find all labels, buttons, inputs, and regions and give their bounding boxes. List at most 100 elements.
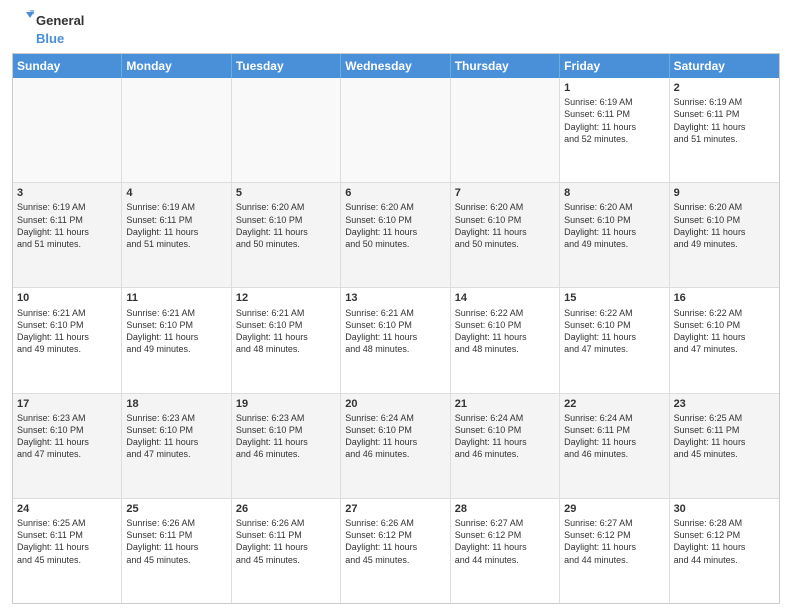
day-info-1: Sunrise: 6:19 AM Sunset: 6:11 PM Dayligh… xyxy=(564,96,664,145)
day-cell-19: 19Sunrise: 6:23 AM Sunset: 6:10 PM Dayli… xyxy=(232,394,341,498)
day-number-18: 18 xyxy=(126,397,226,411)
day-number-17: 17 xyxy=(17,397,117,411)
day-info-29: Sunrise: 6:27 AM Sunset: 6:12 PM Dayligh… xyxy=(564,517,664,566)
day-cell-10: 10 Sunrise: 6:21 AM Sunset: 6:10 PM Dayli… xyxy=(13,288,122,392)
day-cell-21: 21Sunrise: 6:24 AM Sunset: 6:10 PM Dayli… xyxy=(451,394,560,498)
day-number-6: 6 xyxy=(345,186,445,200)
day-number-9: 9 xyxy=(674,186,775,200)
day-number-5: 5 xyxy=(236,186,336,200)
empty-cell-0-0 xyxy=(13,78,122,182)
day-cell-1: 1Sunrise: 6:19 AM Sunset: 6:11 PM Daylig… xyxy=(560,78,669,182)
day-info-5: Sunrise: 6:20 AM Sunset: 6:10 PM Dayligh… xyxy=(236,201,336,250)
header-cell-thursday: Thursday xyxy=(451,54,560,78)
day-number-25: 25 xyxy=(126,502,226,516)
day-cell-14: 14 Sunrise: 6:22 AM Sunset: 6:10 PM Dayli… xyxy=(451,288,560,392)
day-info-3: Sunrise: 6:19 AM Sunset: 6:11 PM Dayligh… xyxy=(17,201,117,250)
day-info-16: Sunrise: 6:22 AM Sunset: 6:10 PM Dayligh… xyxy=(674,307,775,356)
logo-general: General xyxy=(36,14,84,29)
day-info-7: Sunrise: 6:20 AM Sunset: 6:10 PM Dayligh… xyxy=(455,201,555,250)
empty-cell-0-2 xyxy=(232,78,341,182)
day-info-14: Sunrise: 6:22 AM Sunset: 6:10 PM Dayligh… xyxy=(455,307,555,356)
day-number-12: 12 xyxy=(236,291,336,305)
day-number-4: 4 xyxy=(126,186,226,200)
day-info-27: Sunrise: 6:26 AM Sunset: 6:12 PM Dayligh… xyxy=(345,517,445,566)
day-number-27: 27 xyxy=(345,502,445,516)
day-info-15: Sunrise: 6:22 AM Sunset: 6:10 PM Dayligh… xyxy=(564,307,664,356)
day-info-2: Sunrise: 6:19 AM Sunset: 6:11 PM Dayligh… xyxy=(674,96,775,145)
day-cell-23: 23Sunrise: 6:25 AM Sunset: 6:11 PM Dayli… xyxy=(670,394,779,498)
day-info-24: Sunrise: 6:25 AM Sunset: 6:11 PM Dayligh… xyxy=(17,517,117,566)
day-number-24: 24 xyxy=(17,502,117,516)
calendar: SundayMondayTuesdayWednesdayThursdayFrid… xyxy=(12,53,780,604)
day-info-22: Sunrise: 6:24 AM Sunset: 6:11 PM Dayligh… xyxy=(564,412,664,461)
day-cell-27: 27Sunrise: 6:26 AM Sunset: 6:12 PM Dayli… xyxy=(341,499,450,603)
calendar-body: 1Sunrise: 6:19 AM Sunset: 6:11 PM Daylig… xyxy=(13,78,779,603)
day-info-28: Sunrise: 6:27 AM Sunset: 6:12 PM Dayligh… xyxy=(455,517,555,566)
day-cell-11: 11 Sunrise: 6:21 AM Sunset: 6:10 PM Dayli… xyxy=(122,288,231,392)
logo-blue: Blue xyxy=(36,32,64,47)
day-cell-17: 17Sunrise: 6:23 AM Sunset: 6:10 PM Dayli… xyxy=(13,394,122,498)
day-number-26: 26 xyxy=(236,502,336,516)
day-cell-5: 5Sunrise: 6:20 AM Sunset: 6:10 PM Daylig… xyxy=(232,183,341,287)
day-info-12: Sunrise: 6:21 AM Sunset: 6:10 PM Dayligh… xyxy=(236,307,336,356)
page: General Blue SundayMondayTuesdayWednesda… xyxy=(0,0,792,612)
logo-block: General Blue xyxy=(12,10,84,47)
day-info-19: Sunrise: 6:23 AM Sunset: 6:10 PM Dayligh… xyxy=(236,412,336,461)
calendar-row-1: 1Sunrise: 6:19 AM Sunset: 6:11 PM Daylig… xyxy=(13,78,779,182)
header-cell-sunday: Sunday xyxy=(13,54,122,78)
day-cell-13: 13 Sunrise: 6:21 AM Sunset: 6:10 PM Dayli… xyxy=(341,288,450,392)
day-cell-28: 28Sunrise: 6:27 AM Sunset: 6:12 PM Dayli… xyxy=(451,499,560,603)
day-number-15: 15 xyxy=(564,291,664,305)
day-info-10: Sunrise: 6:21 AM Sunset: 6:10 PM Dayligh… xyxy=(17,307,117,356)
day-number-10: 10 xyxy=(17,291,117,305)
day-number-7: 7 xyxy=(455,186,555,200)
day-info-9: Sunrise: 6:20 AM Sunset: 6:10 PM Dayligh… xyxy=(674,201,775,250)
day-info-18: Sunrise: 6:23 AM Sunset: 6:10 PM Dayligh… xyxy=(126,412,226,461)
day-number-3: 3 xyxy=(17,186,117,200)
calendar-row-2: 3Sunrise: 6:19 AM Sunset: 6:11 PM Daylig… xyxy=(13,182,779,287)
day-number-29: 29 xyxy=(564,502,664,516)
day-cell-6: 6Sunrise: 6:20 AM Sunset: 6:10 PM Daylig… xyxy=(341,183,450,287)
day-cell-15: 15 Sunrise: 6:22 AM Sunset: 6:10 PM Dayli… xyxy=(560,288,669,392)
day-number-22: 22 xyxy=(564,397,664,411)
empty-cell-0-3 xyxy=(341,78,450,182)
header: General Blue xyxy=(12,10,780,47)
calendar-row-4: 17Sunrise: 6:23 AM Sunset: 6:10 PM Dayli… xyxy=(13,393,779,498)
day-info-25: Sunrise: 6:26 AM Sunset: 6:11 PM Dayligh… xyxy=(126,517,226,566)
day-cell-25: 25Sunrise: 6:26 AM Sunset: 6:11 PM Dayli… xyxy=(122,499,231,603)
day-cell-24: 24Sunrise: 6:25 AM Sunset: 6:11 PM Dayli… xyxy=(13,499,122,603)
day-cell-20: 20Sunrise: 6:24 AM Sunset: 6:10 PM Dayli… xyxy=(341,394,450,498)
day-number-11: 11 xyxy=(126,291,226,305)
day-info-26: Sunrise: 6:26 AM Sunset: 6:11 PM Dayligh… xyxy=(236,517,336,566)
day-info-13: Sunrise: 6:21 AM Sunset: 6:10 PM Dayligh… xyxy=(345,307,445,356)
day-number-14: 14 xyxy=(455,291,555,305)
day-info-17: Sunrise: 6:23 AM Sunset: 6:10 PM Dayligh… xyxy=(17,412,117,461)
day-cell-3: 3Sunrise: 6:19 AM Sunset: 6:11 PM Daylig… xyxy=(13,183,122,287)
day-info-8: Sunrise: 6:20 AM Sunset: 6:10 PM Dayligh… xyxy=(564,201,664,250)
day-number-20: 20 xyxy=(345,397,445,411)
day-cell-26: 26Sunrise: 6:26 AM Sunset: 6:11 PM Dayli… xyxy=(232,499,341,603)
day-cell-2: 2Sunrise: 6:19 AM Sunset: 6:11 PM Daylig… xyxy=(670,78,779,182)
day-info-21: Sunrise: 6:24 AM Sunset: 6:10 PM Dayligh… xyxy=(455,412,555,461)
day-info-4: Sunrise: 6:19 AM Sunset: 6:11 PM Dayligh… xyxy=(126,201,226,250)
calendar-row-5: 24Sunrise: 6:25 AM Sunset: 6:11 PM Dayli… xyxy=(13,498,779,603)
day-number-28: 28 xyxy=(455,502,555,516)
header-cell-monday: Monday xyxy=(122,54,231,78)
calendar-header-row: SundayMondayTuesdayWednesdayThursdayFrid… xyxy=(13,54,779,78)
day-number-16: 16 xyxy=(674,291,775,305)
day-number-30: 30 xyxy=(674,502,775,516)
logo: General Blue xyxy=(12,10,84,47)
day-number-13: 13 xyxy=(345,291,445,305)
day-cell-29: 29Sunrise: 6:27 AM Sunset: 6:12 PM Dayli… xyxy=(560,499,669,603)
day-number-2: 2 xyxy=(674,81,775,95)
day-cell-7: 7Sunrise: 6:20 AM Sunset: 6:10 PM Daylig… xyxy=(451,183,560,287)
day-info-11: Sunrise: 6:21 AM Sunset: 6:10 PM Dayligh… xyxy=(126,307,226,356)
day-cell-9: 9Sunrise: 6:20 AM Sunset: 6:10 PM Daylig… xyxy=(670,183,779,287)
day-cell-16: 16 Sunrise: 6:22 AM Sunset: 6:10 PM Dayli… xyxy=(670,288,779,392)
day-number-19: 19 xyxy=(236,397,336,411)
day-info-23: Sunrise: 6:25 AM Sunset: 6:11 PM Dayligh… xyxy=(674,412,775,461)
day-number-8: 8 xyxy=(564,186,664,200)
day-number-21: 21 xyxy=(455,397,555,411)
empty-cell-0-1 xyxy=(122,78,231,182)
day-cell-8: 8Sunrise: 6:20 AM Sunset: 6:10 PM Daylig… xyxy=(560,183,669,287)
